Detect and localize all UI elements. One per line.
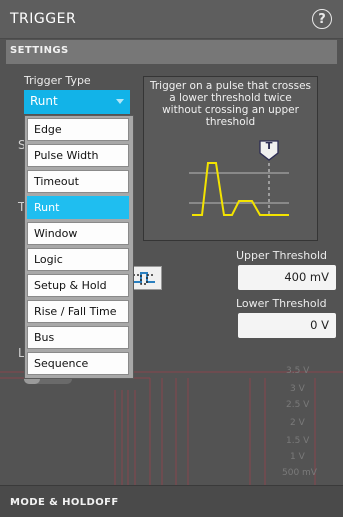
option-rise-fall-time[interactable]: Rise / Fall Time — [27, 300, 129, 323]
scale-label: 1 V — [290, 452, 305, 462]
upper-threshold-field[interactable]: 400 mV — [238, 265, 336, 290]
scale-label: 2 V — [290, 418, 305, 428]
scale-label: 500 mV — [282, 468, 317, 478]
option-logic[interactable]: Logic — [27, 248, 129, 271]
chevron-right-icon: › — [10, 497, 15, 508]
settings-section-header[interactable]: SETTINGS — [6, 40, 337, 64]
option-pulse-width[interactable]: Pulse Width — [27, 144, 129, 167]
option-sequence[interactable]: Sequence — [27, 352, 129, 375]
trigger-marker-label: T — [265, 141, 273, 152]
mode-holdoff-section[interactable]: MODE & HOLDOFF › — [0, 485, 343, 517]
scale-label: 1.5 V — [286, 436, 310, 446]
option-runt[interactable]: Runt — [27, 196, 129, 219]
option-setup-hold[interactable]: Setup & Hold — [27, 274, 129, 297]
scale-label: 3 V — [290, 384, 305, 394]
lower-threshold-label: Lower Threshold — [236, 297, 327, 310]
option-bus[interactable]: Bus — [27, 326, 129, 349]
scale-label: 3.5 V — [286, 366, 310, 376]
help-icon[interactable]: ? — [312, 9, 332, 29]
option-window[interactable]: Window — [27, 222, 129, 245]
option-edge[interactable]: Edge — [27, 118, 129, 141]
title-bar: TRIGGER ? — [0, 0, 343, 39]
trigger-type-dropdown: Edge Pulse Width Timeout Runt Window Log… — [24, 115, 134, 379]
option-timeout[interactable]: Timeout — [27, 170, 129, 193]
trigger-type-value: Runt — [30, 94, 58, 108]
upper-threshold-label: Upper Threshold — [236, 249, 328, 262]
settings-label: SETTINGS — [10, 45, 69, 56]
trigger-panel: TRIGGER ? SETTINGS 3.5 V 3 V 2.5 V 2 V 1… — [0, 0, 343, 517]
lower-threshold-field[interactable]: 0 V — [238, 313, 336, 338]
trigger-type-select[interactable]: Runt — [24, 90, 130, 114]
runt-pulse-trace — [192, 162, 289, 216]
diagram-description: Trigger on a pulse that crosses a lower … — [149, 80, 312, 128]
chevron-down-icon — [116, 99, 124, 104]
trigger-type-label: Trigger Type — [24, 74, 91, 87]
panel-title: TRIGGER — [10, 11, 77, 27]
scale-label: 2.5 V — [286, 400, 310, 410]
